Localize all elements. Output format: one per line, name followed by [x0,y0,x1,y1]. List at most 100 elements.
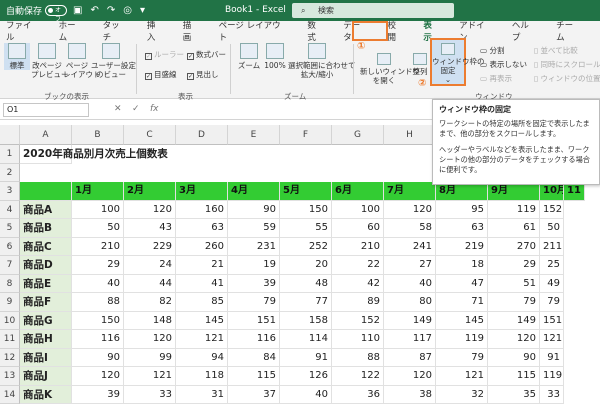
column-header[interactable]: E [228,125,280,145]
value-cell[interactable]: 117 [384,330,436,349]
value-cell[interactable]: 40 [280,386,332,404]
value-cell[interactable]: 63 [436,219,488,238]
value-cell[interactable]: 145 [436,312,488,331]
value-cell[interactable]: 61 [488,219,540,238]
header-blank-cell[interactable] [20,182,72,201]
row-header[interactable]: 5 [0,219,20,238]
headings-checkbox[interactable]: ✓見出し [187,69,219,80]
value-cell[interactable]: 49 [540,275,564,294]
value-cell[interactable]: 58 [384,219,436,238]
value-cell[interactable]: 119 [488,201,540,220]
value-cell[interactable]: 43 [124,219,176,238]
value-cell[interactable]: 90 [72,349,124,368]
value-cell[interactable]: 24 [124,256,176,275]
value-cell[interactable]: 211 [540,238,564,257]
zoom-button[interactable]: ズーム [236,43,262,70]
row-header[interactable]: 2 [0,164,20,183]
product-name[interactable]: 商品I [20,349,72,368]
month-header[interactable]: 1月 [72,182,124,201]
value-cell[interactable]: 41 [176,275,228,294]
value-cell[interactable]: 151 [540,312,564,331]
value-cell[interactable]: 21 [176,256,228,275]
month-header[interactable]: 5月 [280,182,332,201]
value-cell[interactable]: 85 [176,293,228,312]
redo-icon[interactable]: ↷ [107,5,115,16]
value-cell[interactable]: 110 [332,330,384,349]
value-cell[interactable]: 36 [332,386,384,404]
value-cell[interactable]: 121 [176,330,228,349]
value-cell[interactable]: 152 [332,312,384,331]
value-cell[interactable]: 20 [280,256,332,275]
value-cell[interactable]: 252 [280,238,332,257]
value-cell[interactable]: 77 [280,293,332,312]
value-cell[interactable]: 79 [540,293,564,312]
view-side-by-side-button[interactable]: ▯ 並べて比較 [534,45,578,56]
value-cell[interactable]: 160 [176,201,228,220]
value-cell[interactable]: 91 [280,349,332,368]
value-cell[interactable]: 121 [540,330,564,349]
column-header[interactable]: D [176,125,228,145]
value-cell[interactable]: 150 [72,312,124,331]
value-cell[interactable]: 270 [488,238,540,257]
product-name[interactable]: 商品D [20,256,72,275]
value-cell[interactable]: 115 [488,367,540,386]
value-cell[interactable]: 149 [488,312,540,331]
save-icon[interactable]: ▣ [73,5,82,16]
value-cell[interactable]: 122 [332,367,384,386]
new-window-button[interactable]: 新しいウィンドウ を開く [360,53,408,85]
value-cell[interactable]: 100 [332,201,384,220]
value-cell[interactable]: 120 [124,330,176,349]
column-header[interactable]: B [72,125,124,145]
value-cell[interactable]: 241 [384,238,436,257]
value-cell[interactable]: 118 [176,367,228,386]
month-header[interactable]: 7月 [384,182,436,201]
tab-draw[interactable]: 描画 [183,19,200,43]
row-header[interactable]: 12 [0,349,20,368]
value-cell[interactable]: 120 [124,201,176,220]
value-cell[interactable]: 87 [384,349,436,368]
tab-home[interactable]: ホーム [59,19,84,43]
row-header[interactable]: 4 [0,201,20,220]
row-header[interactable]: 7 [0,256,20,275]
value-cell[interactable]: 55 [280,219,332,238]
tab-touch[interactable]: タッチ [103,19,128,43]
value-cell[interactable]: 29 [488,256,540,275]
reset-window-position-button[interactable]: ▯ ウィンドウの位置を [534,73,600,84]
product-name[interactable]: 商品C [20,238,72,257]
value-cell[interactable]: 88 [72,293,124,312]
tab-review[interactable]: 校閲 [387,19,404,43]
value-cell[interactable]: 79 [436,349,488,368]
arrange-all-button[interactable]: 整列 [410,53,430,76]
column-header[interactable]: H [384,125,436,145]
sync-scroll-button[interactable]: ▯ 同時にスクロール [534,59,600,70]
value-cell[interactable]: 94 [176,349,228,368]
value-cell[interactable]: 114 [280,330,332,349]
row-header[interactable]: 11 [0,330,20,349]
hide-button[interactable]: ▭ 表示しない [480,59,527,70]
gridlines-checkbox[interactable]: ✓目盛線 [145,69,177,80]
product-name[interactable]: 商品B [20,219,72,238]
product-name[interactable]: 商品K [20,386,72,404]
value-cell[interactable]: 42 [332,275,384,294]
value-cell[interactable]: 100 [72,201,124,220]
value-cell[interactable]: 116 [72,330,124,349]
value-cell[interactable]: 210 [332,238,384,257]
value-cell[interactable]: 40 [72,275,124,294]
value-cell[interactable]: 63 [176,219,228,238]
value-cell[interactable]: 82 [124,293,176,312]
value-cell[interactable]: 25 [540,256,564,275]
month-header[interactable]: 6月 [332,182,384,201]
value-cell[interactable]: 33 [124,386,176,404]
tab-insert[interactable]: 挿入 [147,19,164,43]
value-cell[interactable]: 115 [228,367,280,386]
value-cell[interactable]: 158 [280,312,332,331]
value-cell[interactable]: 22 [332,256,384,275]
row-header[interactable]: 10 [0,312,20,331]
zoom-to-selection-button[interactable]: 選択範囲に合わせて 拡大/縮小 [288,43,346,79]
value-cell[interactable]: 119 [436,330,488,349]
value-cell[interactable]: 19 [228,256,280,275]
value-cell[interactable]: 35 [488,386,540,404]
row-header[interactable]: 9 [0,293,20,312]
split-button[interactable]: ▭ 分割 [480,45,504,56]
search-box[interactable]: ⌕ 検索 [292,3,454,18]
